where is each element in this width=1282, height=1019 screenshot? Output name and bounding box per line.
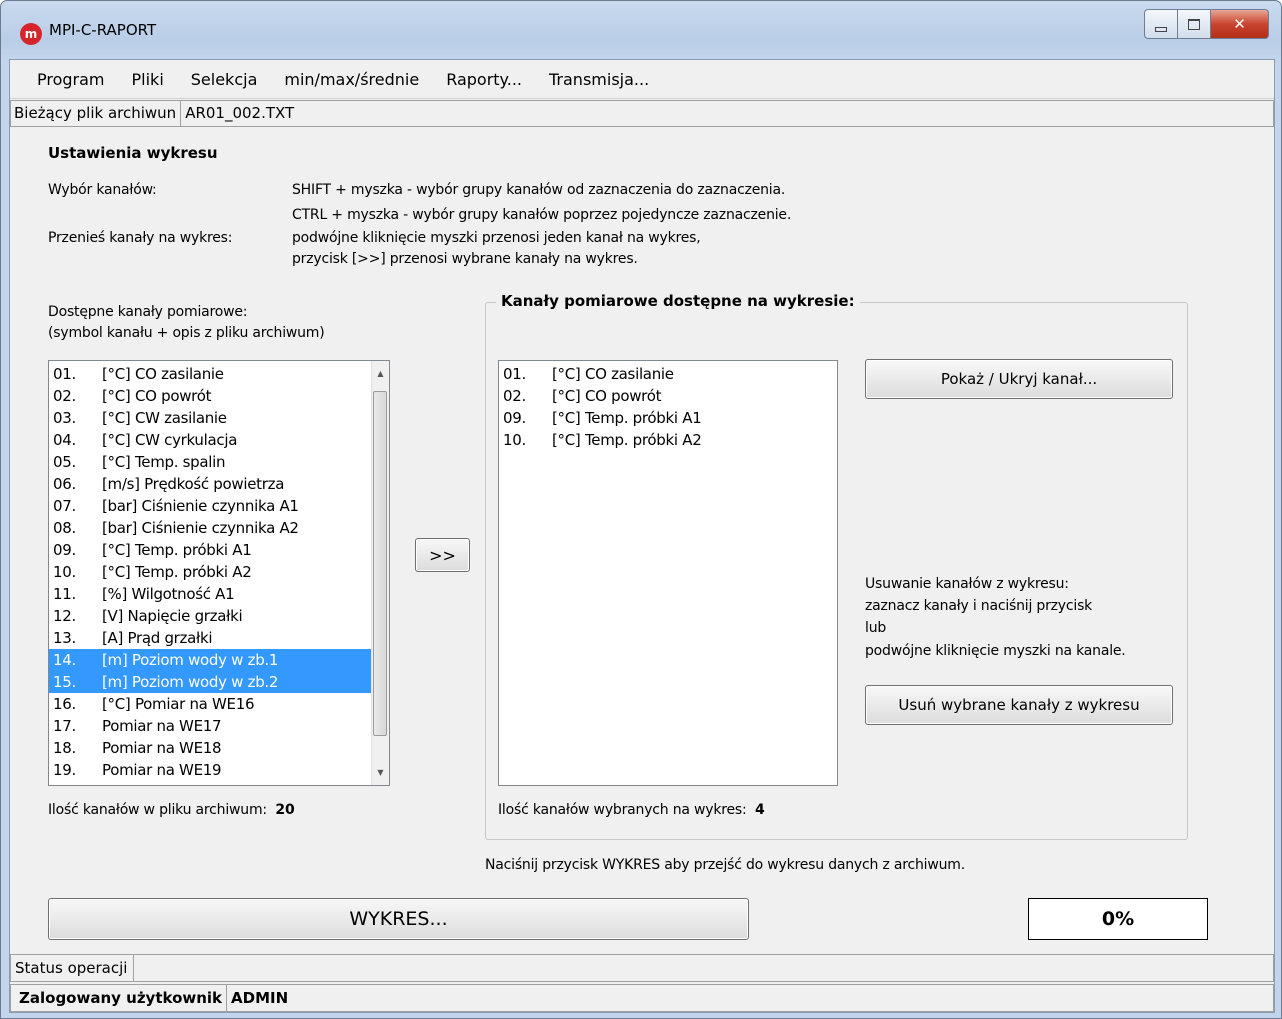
list-item[interactable]: 05. [°C] Temp. spalin xyxy=(49,451,389,473)
menu-min-max-srednie[interactable]: min/max/średnie xyxy=(270,70,432,89)
channel-select-line2: CTRL + myszka - wybór grupy kanałów popr… xyxy=(292,207,792,223)
progress-percentage: 0% xyxy=(1028,898,1208,940)
list-item[interactable]: 10. [°C] Temp. próbki A2 xyxy=(499,429,837,451)
list-item[interactable]: 09. [°C] Temp. próbki A1 xyxy=(49,539,389,561)
chart-list-items: 01. [°C] CO zasilanie 02. [°C] CO powrót 0… xyxy=(499,361,837,451)
menu-transmisja[interactable]: Transmisja... xyxy=(535,70,662,89)
title-bar[interactable]: m MPI-C-RAPORT ✕ xyxy=(1,1,1281,59)
close-button[interactable]: ✕ xyxy=(1211,9,1269,39)
close-icon: ✕ xyxy=(1233,15,1246,33)
scroll-up-icon[interactable]: ▲ xyxy=(372,365,389,382)
available-channels-list[interactable]: 01. [°C] CO zasilanie 02. [°C] CO powrót 0… xyxy=(48,360,390,786)
move-channels-label: Przenieś kanały na wykres: xyxy=(48,230,233,246)
chart-hint-text: Naciśnij przycisk WYKRES aby przejść do … xyxy=(485,857,965,873)
settings-heading: Ustawienia wykresu xyxy=(48,144,218,162)
list-item[interactable]: 11. [%] Wilgotność A1 xyxy=(49,583,389,605)
list-item[interactable]: 12. [V] Napięcie grzałki xyxy=(49,605,389,627)
available-title-line2: (symbol kanału + opis z pliku archiwum) xyxy=(48,325,325,341)
channel-select-line1: SHIFT + myszka - wybór grupy kanałów od … xyxy=(292,182,786,198)
list-item[interactable]: 07. [bar] Ciśnienie czynnika A1 xyxy=(49,495,389,517)
show-hide-channel-button[interactable]: Pokaż / Ukryj kanał... xyxy=(865,359,1173,399)
list-item[interactable]: 16. [°C] Pomiar na WE16 xyxy=(49,693,389,715)
menu-program[interactable]: Program xyxy=(23,70,118,89)
list-item[interactable]: 10. [°C] Temp. próbki A2 xyxy=(49,561,389,583)
list-item[interactable]: 04. [°C] CW cyrkulacja xyxy=(49,429,389,451)
available-list-items: 01. [°C] CO zasilanie 02. [°C] CO powrót 0… xyxy=(49,361,389,781)
chart-button[interactable]: WYKRES... xyxy=(48,898,749,940)
maximize-icon xyxy=(1188,18,1200,30)
scroll-down-icon[interactable]: ▼ xyxy=(372,764,389,781)
move-channels-line2: przycisk [>>] przenosi wybrane kanały na… xyxy=(292,251,638,267)
list-item[interactable]: 01. [°C] CO zasilanie xyxy=(499,363,837,385)
chart-count-label: Ilość kanałów wybranych na wykres: 4 xyxy=(498,802,765,818)
user-bar: Zalogowany użytkownik ADMIN xyxy=(10,984,1274,1012)
current-file-bar: Bieżący plik archiwun AR01_002.TXT xyxy=(10,100,1274,127)
main-window: m MPI-C-RAPORT ✕ Program Pliki Selekcja … xyxy=(0,0,1282,1019)
list-item[interactable]: 03. [°C] CW zasilanie xyxy=(49,407,389,429)
caption-buttons: ✕ xyxy=(1144,9,1269,39)
available-title-line1: Dostępne kanały pomiarowe: xyxy=(48,304,248,320)
chart-count-value: 4 xyxy=(755,802,765,818)
user-label: Zalogowany użytkownik xyxy=(11,985,228,1011)
menu-pliki[interactable]: Pliki xyxy=(118,70,177,89)
status-value xyxy=(134,955,138,981)
menu-selekcja[interactable]: Selekcja xyxy=(177,70,271,89)
channel-select-label: Wybór kanałów: xyxy=(48,182,157,198)
user-value: ADMIN xyxy=(231,989,289,1007)
client-area: Program Pliki Selekcja min/max/średnie R… xyxy=(9,59,1275,1013)
menu-bar: Program Pliki Selekcja min/max/średnie R… xyxy=(10,60,1274,99)
minimize-icon xyxy=(1155,26,1167,32)
available-count-label: Ilość kanałów w pliku archiwum: 20 xyxy=(48,802,295,818)
remove-info-line3: lub xyxy=(865,620,887,636)
chart-channels-list[interactable]: 01. [°C] CO zasilanie 02. [°C] CO powrót 0… xyxy=(498,360,838,786)
minimize-button[interactable] xyxy=(1144,9,1178,39)
available-count-value: 20 xyxy=(275,802,295,818)
available-list-scrollbar[interactable]: ▲ ▼ xyxy=(371,361,389,785)
list-item[interactable]: 01. [°C] CO zasilanie xyxy=(49,363,389,385)
window-title: MPI-C-RAPORT xyxy=(49,21,157,39)
list-item[interactable]: 13. [A] Prąd grzałki xyxy=(49,627,389,649)
list-item[interactable]: 08. [bar] Ciśnienie czynnika A2 xyxy=(49,517,389,539)
list-item[interactable]: 18. Pomiar na WE18 xyxy=(49,737,389,759)
move-channels-line1: podwójne kliknięcie myszki przenosi jede… xyxy=(292,230,701,246)
current-file-value: AR01_002.TXT xyxy=(185,104,295,122)
maximize-button[interactable] xyxy=(1178,9,1211,39)
list-item-selected[interactable]: 15. [m] Poziom wody w zb.2 xyxy=(49,671,389,693)
app-logo-icon: m xyxy=(20,23,42,45)
remove-info-line1: Usuwanie kanałów z wykresu: xyxy=(865,576,1069,592)
list-item[interactable]: 02. [°C] CO powrót xyxy=(499,385,837,407)
list-item[interactable]: 02. [°C] CO powrót xyxy=(49,385,389,407)
list-item[interactable]: 06. [m/s] Prędkość powietrza xyxy=(49,473,389,495)
current-file-label: Bieżący plik archiwun xyxy=(11,101,182,126)
remove-info-line4: podwójne kliknięcie myszki na kanale. xyxy=(865,643,1126,659)
list-item[interactable]: 17. Pomiar na WE17 xyxy=(49,715,389,737)
menu-raporty[interactable]: Raporty... xyxy=(432,70,535,89)
transfer-button[interactable]: >> xyxy=(415,538,470,572)
scroll-thumb[interactable] xyxy=(373,391,387,736)
list-item[interactable]: 09. [°C] Temp. próbki A1 xyxy=(499,407,837,429)
status-label: Status operacji xyxy=(11,955,135,981)
remove-channels-button[interactable]: Usuń wybrane kanały z wykresu xyxy=(865,685,1173,725)
list-item[interactable]: 19. Pomiar na WE19 xyxy=(49,759,389,781)
chart-channels-group-title: Kanały pomiarowe dostępne na wykresie: xyxy=(496,292,860,310)
remove-info-line2: zaznacz kanały i naciśnij przycisk xyxy=(865,598,1093,614)
status-bar: Status operacji xyxy=(10,954,1274,982)
list-item-selected[interactable]: 14. [m] Poziom wody w zb.1 xyxy=(49,649,389,671)
